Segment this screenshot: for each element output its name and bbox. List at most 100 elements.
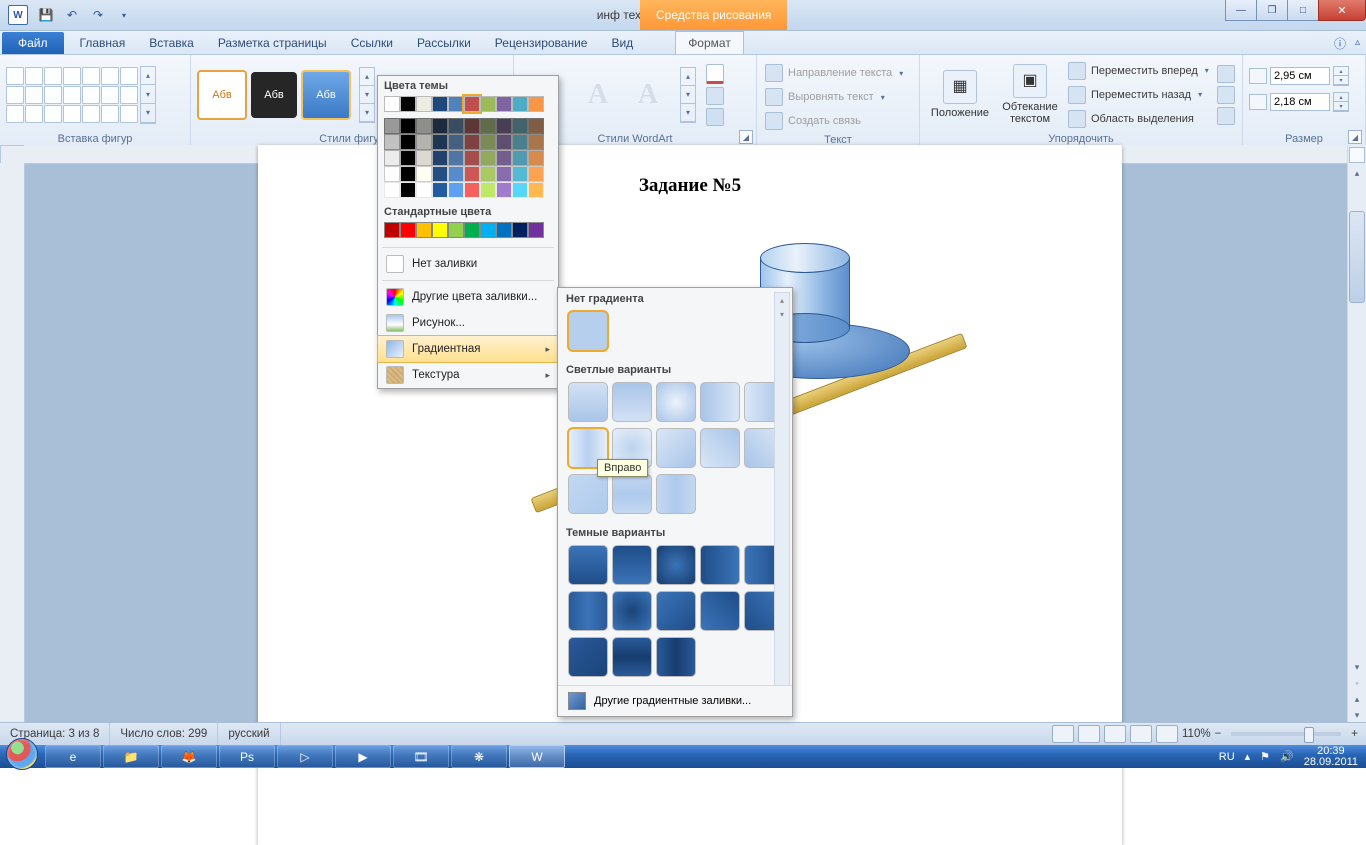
style-preset[interactable]: Абв — [197, 70, 247, 120]
tab-mailings[interactable]: Рассылки — [405, 32, 483, 54]
wordart-gallery-expand[interactable]: ▴▾▾ — [680, 67, 696, 123]
color-swatch[interactable] — [496, 150, 512, 166]
taskbar-player[interactable]: ▷ — [277, 745, 333, 768]
color-swatch[interactable] — [480, 134, 496, 150]
color-swatch[interactable] — [416, 96, 432, 112]
color-swatch[interactable] — [432, 182, 448, 198]
color-swatch[interactable] — [480, 96, 496, 112]
color-swatch[interactable] — [464, 118, 480, 134]
color-swatch[interactable] — [400, 150, 416, 166]
browse-object-icon[interactable]: ◦ — [1349, 675, 1365, 691]
color-swatch[interactable] — [528, 166, 544, 182]
color-swatch[interactable] — [416, 182, 432, 198]
gradient-swatch[interactable] — [568, 474, 608, 514]
scroll-up-icon[interactable]: ▴ — [1349, 165, 1365, 181]
position-button[interactable]: ▦Положение — [926, 68, 994, 121]
group-icon[interactable] — [1217, 86, 1235, 104]
width-spinner[interactable]: ▴▾ — [1249, 92, 1349, 112]
save-icon[interactable]: 💾 — [35, 5, 57, 25]
color-swatch[interactable] — [528, 96, 544, 112]
color-swatch[interactable] — [464, 166, 480, 182]
gradient-swatch[interactable] — [700, 591, 740, 631]
zoom-out-icon[interactable]: − — [1215, 728, 1222, 740]
color-swatch[interactable] — [448, 150, 464, 166]
view-draft-icon[interactable] — [1156, 725, 1178, 743]
color-swatch[interactable] — [432, 222, 448, 238]
text-direction-button[interactable]: Направление текста▾ — [763, 62, 905, 84]
zoom-in-icon[interactable]: + — [1351, 728, 1358, 740]
minimize-button[interactable]: — — [1225, 0, 1257, 21]
color-swatch[interactable] — [448, 118, 464, 134]
dialog-launcher-icon[interactable]: ◢ — [1348, 130, 1362, 144]
color-swatch[interactable] — [528, 182, 544, 198]
gradient-swatch[interactable] — [612, 474, 652, 514]
color-swatch[interactable] — [432, 118, 448, 134]
color-swatch[interactable] — [432, 166, 448, 182]
tray-show-hidden-icon[interactable]: ▴ — [1245, 750, 1251, 763]
color-swatch[interactable] — [384, 222, 400, 238]
tab-view[interactable]: Вид — [599, 32, 645, 54]
color-swatch[interactable] — [384, 182, 400, 198]
restore-button[interactable]: ❐ — [1256, 0, 1288, 21]
start-button[interactable] — [0, 745, 44, 768]
color-swatch[interactable] — [400, 118, 416, 134]
gradient-swatch[interactable] — [612, 545, 652, 585]
tray-clock[interactable]: 20:3928.09.2011 — [1304, 746, 1358, 768]
taskbar-explorer[interactable]: 📁 — [103, 745, 159, 768]
color-swatch[interactable] — [416, 134, 432, 150]
ruler-vertical[interactable] — [0, 163, 25, 723]
color-swatch[interactable] — [400, 166, 416, 182]
color-swatch[interactable] — [400, 134, 416, 150]
no-gradient-swatch[interactable] — [568, 311, 608, 351]
send-backward-button[interactable]: Переместить назад▾ — [1066, 84, 1211, 106]
color-swatch[interactable] — [384, 118, 400, 134]
color-swatch[interactable] — [464, 134, 480, 150]
view-web-layout-icon[interactable] — [1104, 725, 1126, 743]
tab-review[interactable]: Рецензирование — [483, 32, 600, 54]
wordart-preset[interactable]: A — [626, 73, 670, 117]
height-input[interactable] — [1270, 67, 1330, 85]
maximize-button[interactable]: □ — [1287, 0, 1319, 21]
color-swatch[interactable] — [512, 166, 528, 182]
text-outline-icon[interactable] — [706, 87, 724, 105]
color-swatch[interactable] — [480, 182, 496, 198]
color-swatch[interactable] — [432, 150, 448, 166]
scroll-down-icon[interactable]: ▾ — [1349, 659, 1365, 675]
view-print-layout-icon[interactable] — [1052, 725, 1074, 743]
color-swatch[interactable] — [416, 118, 432, 134]
color-swatch[interactable] — [496, 222, 512, 238]
color-swatch[interactable] — [448, 134, 464, 150]
view-outline-icon[interactable] — [1130, 725, 1152, 743]
zoom-slider[interactable] — [1231, 732, 1341, 736]
dialog-launcher-icon[interactable]: ◢ — [739, 130, 753, 144]
taskbar-icq[interactable]: ❋ — [451, 745, 507, 768]
color-swatch[interactable] — [432, 96, 448, 112]
selection-pane-button[interactable]: Область выделения — [1066, 108, 1211, 130]
gradient-swatch[interactable] — [612, 637, 652, 677]
redo-icon[interactable]: ↷ — [87, 5, 109, 25]
color-swatch[interactable] — [416, 222, 432, 238]
tray-volume-icon[interactable]: 🔊 — [1280, 750, 1294, 763]
color-swatch[interactable] — [384, 96, 400, 112]
color-swatch[interactable] — [448, 166, 464, 182]
taskbar-word[interactable]: W — [509, 745, 565, 768]
tab-format[interactable]: Формат — [675, 31, 744, 54]
style-gallery-expand[interactable]: ▴▾▾ — [359, 67, 375, 123]
color-swatch[interactable] — [480, 166, 496, 182]
gradient-swatch[interactable] — [656, 382, 696, 422]
ruler-toggle-icon[interactable] — [1349, 147, 1365, 163]
color-swatch[interactable] — [432, 134, 448, 150]
text-effects-icon[interactable] — [706, 108, 724, 126]
taskbar-video[interactable]: 🎞 — [393, 745, 449, 768]
shapes-gallery[interactable] — [6, 67, 138, 123]
gradient-swatch[interactable] — [700, 428, 740, 468]
color-swatch[interactable] — [512, 222, 528, 238]
color-swatch[interactable] — [480, 222, 496, 238]
status-language[interactable]: русский — [218, 723, 280, 745]
gradient-swatch[interactable] — [700, 545, 740, 585]
texture-fill-item[interactable]: Текстура▸ — [378, 362, 558, 388]
gradient-swatch[interactable] — [568, 382, 608, 422]
gradient-swatch[interactable] — [656, 474, 696, 514]
tray-language[interactable]: RU — [1219, 751, 1235, 763]
gradient-swatch[interactable] — [700, 382, 740, 422]
